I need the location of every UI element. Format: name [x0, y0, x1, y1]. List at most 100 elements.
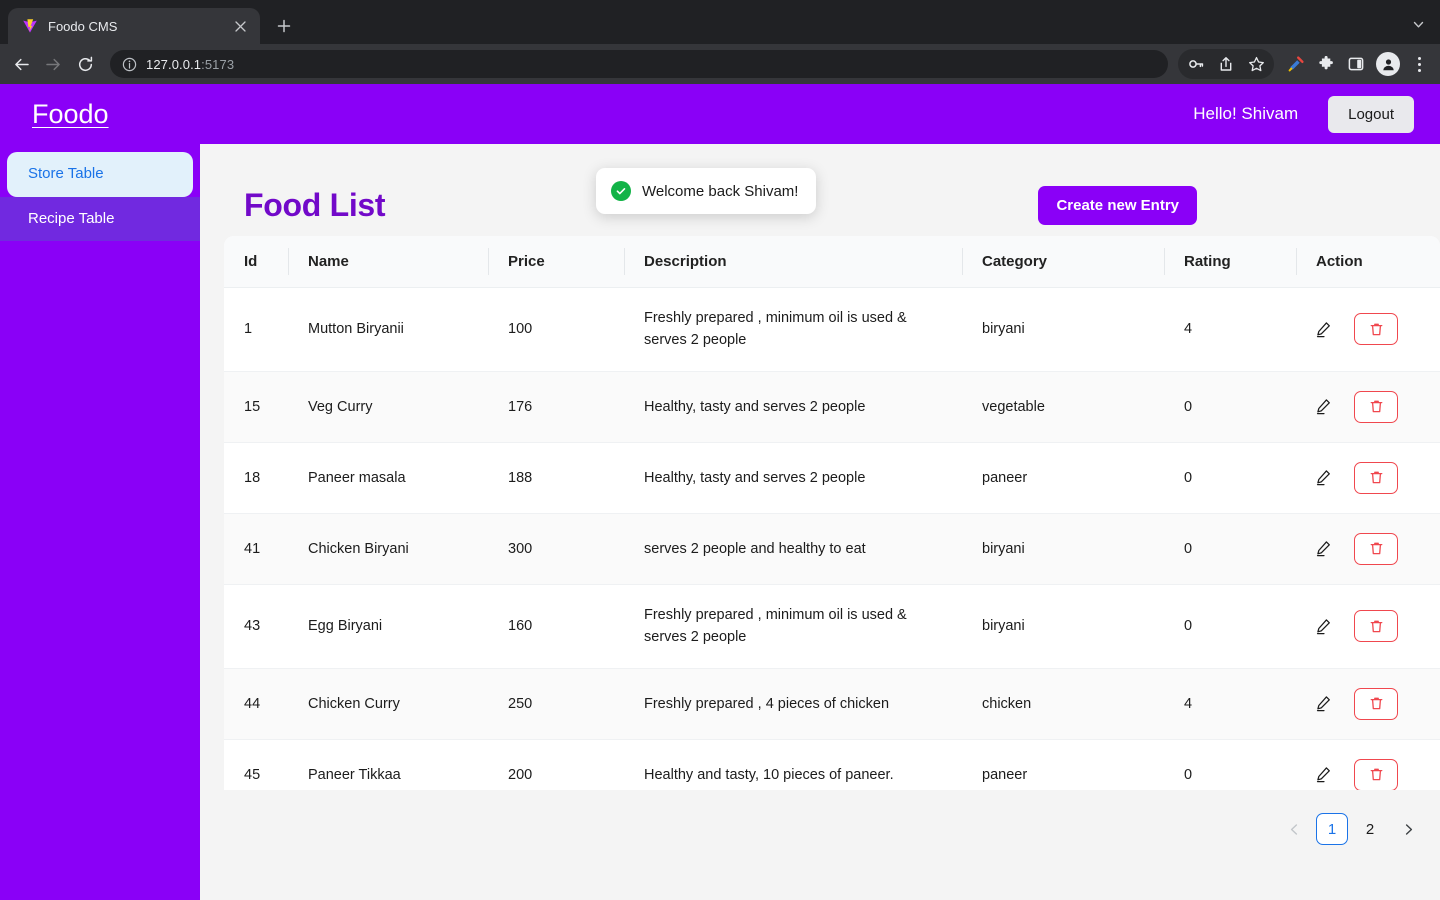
- column-header-description: Description: [624, 236, 962, 288]
- pencil-edit-icon[interactable]: [1312, 538, 1334, 560]
- column-header-id-label: Id: [244, 253, 258, 270]
- back-arrow-icon[interactable]: [6, 49, 36, 79]
- table-row: 15 Veg Curry 176 Healthy, tasty and serves …: [224, 371, 1440, 443]
- table-head: Id Name Price Description Category Ratin…: [224, 236, 1440, 288]
- cell-id: 18: [224, 442, 288, 514]
- cell-price: 188: [488, 442, 624, 514]
- row-actions: [1312, 758, 1440, 790]
- table-header-row: Id Name Price Description Category Ratin…: [224, 236, 1440, 288]
- extensions-puzzle-icon[interactable]: [1312, 50, 1340, 78]
- pagination-page-2[interactable]: 2: [1354, 813, 1386, 845]
- column-header-price: Price: [488, 236, 624, 288]
- trash-delete-icon[interactable]: [1354, 461, 1398, 494]
- toolbar-pill-group: [1178, 49, 1274, 79]
- side-panel-icon[interactable]: [1342, 50, 1370, 78]
- cell-action: [1296, 371, 1440, 443]
- address-bar-url: 127.0.0.1:5173: [146, 57, 234, 72]
- cell-action: [1296, 287, 1440, 372]
- column-header-id: Id: [224, 236, 288, 288]
- page-title: Food List: [244, 186, 386, 223]
- cell-id: 1: [224, 287, 288, 372]
- trash-delete-icon[interactable]: [1354, 390, 1398, 423]
- browser-chrome: Foodo CMS 127.0.0.1:5173: [0, 0, 1440, 84]
- cell-name: Chicken Curry: [288, 668, 488, 740]
- cell-price: 200: [488, 739, 624, 790]
- forward-arrow-icon[interactable]: [38, 49, 68, 79]
- cell-id: 41: [224, 513, 288, 585]
- row-actions: [1312, 687, 1440, 720]
- trash-delete-icon[interactable]: [1354, 313, 1398, 346]
- chevron-left-icon[interactable]: [1278, 813, 1310, 845]
- logout-button[interactable]: Logout: [1328, 95, 1414, 133]
- toast-message: Welcome back Shivam!: [642, 182, 799, 200]
- cell-action: [1296, 442, 1440, 514]
- cell-rating: 0: [1164, 371, 1296, 443]
- cell-id: 45: [224, 739, 288, 790]
- trash-delete-icon[interactable]: [1354, 758, 1398, 790]
- bookmark-star-icon[interactable]: [1242, 50, 1270, 78]
- pencil-edit-icon[interactable]: [1312, 396, 1334, 418]
- cell-rating: 0: [1164, 442, 1296, 514]
- pencil-edit-icon[interactable]: [1312, 615, 1334, 637]
- password-key-icon[interactable]: [1182, 50, 1210, 78]
- trash-delete-icon[interactable]: [1354, 610, 1398, 643]
- cell-rating: 4: [1164, 287, 1296, 372]
- address-bar[interactable]: 127.0.0.1:5173: [110, 50, 1168, 78]
- three-dot-menu-icon[interactable]: [1406, 50, 1432, 78]
- new-tab-button[interactable]: [270, 12, 298, 40]
- sidebar-item-recipe-table[interactable]: Recipe Table: [0, 196, 200, 241]
- cell-price: 250: [488, 668, 624, 740]
- user-greeting: Hello! Shivam: [1193, 104, 1299, 123]
- cell-description: Freshly prepared , minimum oil is used &…: [624, 287, 962, 372]
- share-icon[interactable]: [1212, 50, 1240, 78]
- sidebar-item-store-table[interactable]: Store Table: [7, 152, 193, 197]
- column-header-rating-label: Rating: [1184, 253, 1231, 270]
- cell-rating: 0: [1164, 513, 1296, 585]
- cell-price: 100: [488, 287, 624, 372]
- table-row: 1 Mutton Biryanii 100 Freshly prepared , mi…: [224, 287, 1440, 372]
- app-viewport: Foodo Hello! Shivam Logout Store Table R…: [0, 84, 1440, 900]
- close-icon[interactable]: [230, 16, 250, 36]
- app-brand-logo[interactable]: Foodo: [32, 99, 109, 130]
- eyedropper-icon[interactable]: [1282, 50, 1310, 78]
- cell-category: vegetable: [962, 371, 1164, 443]
- toast-notification[interactable]: Welcome back Shivam!: [596, 168, 817, 214]
- trash-delete-icon[interactable]: [1354, 687, 1398, 720]
- info-icon[interactable]: [122, 57, 137, 72]
- row-actions: [1312, 313, 1440, 346]
- cell-price: 176: [488, 371, 624, 443]
- table-row: 45 Paneer Tikkaa 200 Healthy and tasty, 10 …: [224, 739, 1440, 790]
- profile-avatar-icon[interactable]: [1376, 52, 1400, 76]
- pencil-edit-icon[interactable]: [1312, 764, 1334, 786]
- cell-category: paneer: [962, 739, 1164, 790]
- toolbar-right-icons: [1178, 49, 1432, 79]
- reload-icon[interactable]: [70, 49, 100, 79]
- table-row: 44 Chicken Curry 250 Freshly prepared , 4 p…: [224, 668, 1440, 740]
- trash-delete-icon[interactable]: [1354, 532, 1398, 565]
- browser-tab[interactable]: Foodo CMS: [8, 8, 260, 44]
- pencil-edit-icon[interactable]: [1312, 467, 1334, 489]
- vite-logo-icon: [22, 18, 38, 34]
- column-header-action-label: Action: [1316, 253, 1363, 270]
- cell-name: Veg Curry: [288, 371, 488, 443]
- pencil-edit-icon[interactable]: [1312, 318, 1334, 340]
- row-actions: [1312, 610, 1440, 643]
- sidebar: Store Table Recipe Table: [0, 144, 200, 900]
- chevron-down-icon[interactable]: [1404, 10, 1432, 38]
- app-header: Foodo Hello! Shivam Logout: [0, 84, 1440, 144]
- cell-description: serves 2 people and healthy to eat: [624, 513, 962, 585]
- url-host: 127.0.0.1: [146, 56, 202, 72]
- cell-id: 43: [224, 584, 288, 669]
- cell-category: biryani: [962, 584, 1164, 669]
- pagination-page-1[interactable]: 1: [1316, 813, 1348, 845]
- pencil-edit-icon[interactable]: [1312, 693, 1334, 715]
- create-new-entry-button[interactable]: Create new Entry: [1038, 185, 1197, 225]
- table-body: 1 Mutton Biryanii 100 Freshly prepared , mi…: [224, 287, 1440, 790]
- table-row: 18 Paneer masala 188 Healthy, tasty and ser…: [224, 442, 1440, 514]
- chevron-right-icon[interactable]: [1392, 813, 1424, 845]
- pagination: 1 2: [224, 790, 1440, 854]
- table-row: 41 Chicken Biryani 300 serves 2 people and …: [224, 513, 1440, 585]
- cell-name: Mutton Biryanii: [288, 287, 488, 372]
- cell-rating: 0: [1164, 739, 1296, 790]
- main-content: Welcome back Shivam! Food List Create ne…: [200, 144, 1440, 900]
